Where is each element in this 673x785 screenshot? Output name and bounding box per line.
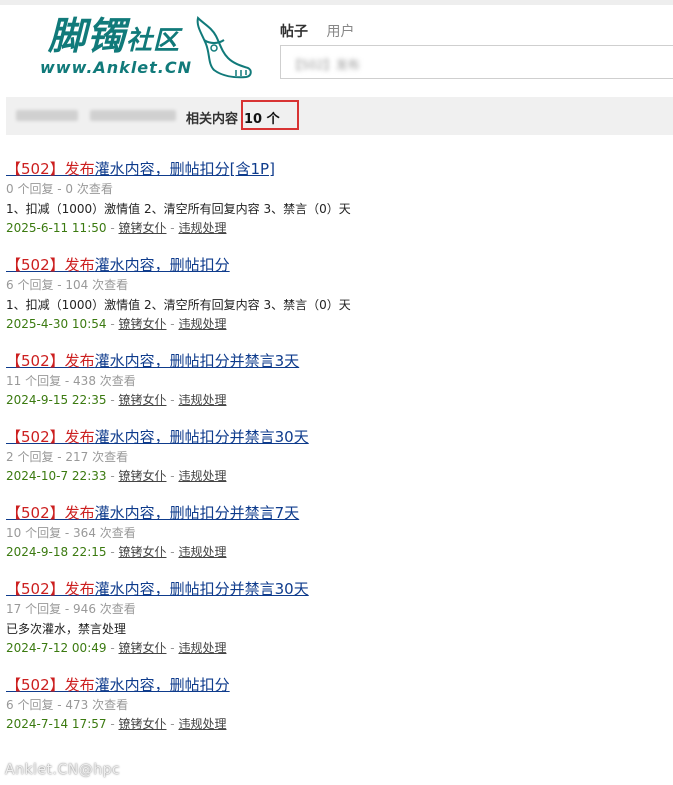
result-date: 2024-9-15 22:35 — [6, 393, 107, 407]
result-author-link[interactable]: 镣铐女仆 — [118, 393, 166, 407]
result-stats: 6 个回复 - 473 次查看 — [6, 698, 129, 712]
result-date: 2025-6-11 11:50 — [6, 221, 107, 235]
result-board-link[interactable]: 违规处理 — [178, 717, 226, 731]
result-title-keyword: 【502】发布 — [6, 352, 95, 370]
result-title-link[interactable]: 【502】发布灌水内容，删帖扣分并禁言7天 — [6, 502, 666, 524]
result-author-link[interactable]: 镣铐女仆 — [118, 317, 166, 331]
result-title-text: 灌水内容，删帖扣分并禁言30天 — [94, 580, 309, 598]
top-border — [0, 0, 673, 5]
result-item: 【502】发布灌水内容，删帖扣分并禁言7天 10 个回复 - 364 次查看 202… — [6, 502, 666, 562]
separator: - — [106, 317, 119, 331]
result-title-link[interactable]: 【502】发布灌水内容，删帖扣分并禁言30天 — [6, 426, 666, 448]
separator: - — [106, 545, 119, 559]
result-date: 2024-9-18 22:15 — [6, 545, 107, 559]
result-description: 1、扣减（1000）激情值 2、清空所有回复内容 3、禁言（0）天 — [6, 202, 351, 216]
result-board-link[interactable]: 违规处理 — [178, 317, 226, 331]
result-stats: 0 个回复 - 0 次查看 — [6, 182, 113, 196]
site-logo[interactable]: 脚镯社区 www.Anklet.CN — [40, 14, 255, 84]
result-title-text: 灌水内容，删帖扣分并禁言30天 — [94, 428, 309, 446]
result-board-link[interactable]: 违规处理 — [178, 221, 226, 235]
result-footer: 2024-10-7 22:33 - 镣铐女仆 - 违规处理 — [6, 467, 666, 486]
result-board-link[interactable]: 违规处理 — [178, 641, 226, 655]
result-title-link[interactable]: 【502】发布灌水内容，删帖扣分[含1P] — [6, 158, 666, 180]
result-stats: 2 个回复 - 217 次查看 — [6, 450, 129, 464]
result-author-link[interactable]: 镣铐女仆 — [118, 717, 166, 731]
result-footer: 2024-9-15 22:35 - 镣铐女仆 - 违规处理 — [6, 391, 666, 410]
result-stats: 17 个回复 - 946 次查看 — [6, 602, 136, 616]
result-board-link[interactable]: 违规处理 — [178, 545, 226, 559]
result-author-link[interactable]: 镣铐女仆 — [118, 469, 166, 483]
result-board-link[interactable]: 违规处理 — [178, 469, 226, 483]
tab-posts[interactable]: 帖子 — [280, 21, 308, 41]
separator: - — [166, 545, 179, 559]
result-author-link[interactable]: 镣铐女仆 — [118, 221, 166, 235]
separator: - — [106, 221, 119, 235]
breadcrumb: 相关内容 10 个 — [6, 97, 673, 135]
separator: - — [106, 469, 119, 483]
result-title-keyword: 【502】发布 — [6, 504, 95, 522]
result-item: 【502】发布灌水内容，删帖扣分并禁言3天 11 个回复 - 438 次查看 202… — [6, 350, 666, 410]
result-title-text: 灌水内容，删帖扣分并禁言7天 — [94, 504, 300, 522]
separator: - — [106, 641, 119, 655]
separator: - — [166, 641, 179, 655]
result-title-text: 灌水内容，删帖扣分 — [94, 676, 230, 694]
tab-users[interactable]: 用户 — [326, 21, 354, 41]
separator: - — [166, 469, 179, 483]
watermark: Anklet.CN@hpc — [5, 762, 121, 778]
separator: - — [106, 393, 119, 407]
anklet-foot-icon — [196, 16, 252, 79]
result-stats: 11 个回复 - 438 次查看 — [6, 374, 136, 388]
separator: - — [166, 221, 179, 235]
result-stats: 10 个回复 - 364 次查看 — [6, 526, 136, 540]
separator: - — [106, 717, 119, 731]
logo-url: www.Anklet.CN — [40, 58, 193, 77]
search-input[interactable]: 【502】发布 — [280, 45, 673, 79]
result-board-link[interactable]: 违规处理 — [178, 393, 226, 407]
search-input-value: 【502】发布 — [289, 58, 360, 72]
result-description: 1、扣减（1000）激情值 2、清空所有回复内容 3、禁言（0）天 — [6, 298, 351, 312]
separator: - — [166, 717, 179, 731]
result-description: 已多次灌水，禁言处理 — [6, 622, 127, 636]
result-title-keyword: 【502】发布 — [6, 580, 95, 598]
blurred-crumb-2 — [90, 110, 176, 121]
result-count-label: 相关内容 — [186, 112, 239, 127]
search-tabs: 帖子 用户 — [280, 21, 368, 41]
result-item: 【502】发布灌水内容，删帖扣分 6 个回复 - 473 次查看 2024-7-14… — [6, 674, 666, 734]
result-title-link[interactable]: 【502】发布灌水内容，删帖扣分并禁言30天 — [6, 578, 666, 600]
result-item: 【502】发布灌水内容，删帖扣分[含1P] 0 个回复 - 0 次查看 1、扣减（1… — [6, 158, 666, 238]
result-title-text: 灌水内容，删帖扣分[含1P] — [94, 160, 275, 178]
result-title-link[interactable]: 【502】发布灌水内容，删帖扣分 — [6, 254, 666, 276]
result-date: 2024-10-7 22:33 — [6, 469, 107, 483]
logo-text: 脚镯社区 — [48, 13, 181, 58]
result-footer: 2025-4-30 10:54 - 镣铐女仆 - 违规处理 — [6, 315, 666, 334]
result-title-text: 灌水内容，删帖扣分 — [94, 256, 230, 274]
result-title-keyword: 【502】发布 — [6, 428, 95, 446]
result-footer: 2024-7-12 00:49 - 镣铐女仆 - 违规处理 — [6, 639, 666, 658]
result-title-text: 灌水内容，删帖扣分并禁言3天 — [94, 352, 300, 370]
result-item: 【502】发布灌水内容，删帖扣分 6 个回复 - 104 次查看 1、扣减（1000… — [6, 254, 666, 334]
separator: - — [166, 317, 179, 331]
result-footer: 2024-9-18 22:15 - 镣铐女仆 - 违规处理 — [6, 543, 666, 562]
result-title-keyword: 【502】发布 — [6, 676, 95, 694]
result-date: 2025-4-30 10:54 — [6, 317, 107, 331]
result-item: 【502】发布灌水内容，删帖扣分并禁言30天 2 个回复 - 217 次查看 202… — [6, 426, 666, 486]
separator: - — [166, 393, 179, 407]
result-item: 【502】发布灌水内容，删帖扣分并禁言30天 17 个回复 - 946 次查看 已多… — [6, 578, 666, 658]
result-title-link[interactable]: 【502】发布灌水内容，删帖扣分 — [6, 674, 666, 696]
result-count: 10 个 — [244, 112, 280, 127]
search-results: 【502】发布灌水内容，删帖扣分[含1P] 0 个回复 - 0 次查看 1、扣减（1… — [6, 158, 666, 750]
result-stats: 6 个回复 - 104 次查看 — [6, 278, 129, 292]
result-footer: 2024-7-14 17:57 - 镣铐女仆 - 违规处理 — [6, 715, 666, 734]
result-date: 2024-7-12 00:49 — [6, 641, 107, 655]
result-footer: 2025-6-11 11:50 - 镣铐女仆 - 违规处理 — [6, 219, 666, 238]
result-title-keyword: 【502】发布 — [6, 160, 95, 178]
result-author-link[interactable]: 镣铐女仆 — [118, 545, 166, 559]
result-title-keyword: 【502】发布 — [6, 256, 95, 274]
result-title-link[interactable]: 【502】发布灌水内容，删帖扣分并禁言3天 — [6, 350, 666, 372]
result-date: 2024-7-14 17:57 — [6, 717, 107, 731]
result-author-link[interactable]: 镣铐女仆 — [118, 641, 166, 655]
blurred-crumb-1 — [16, 110, 78, 121]
